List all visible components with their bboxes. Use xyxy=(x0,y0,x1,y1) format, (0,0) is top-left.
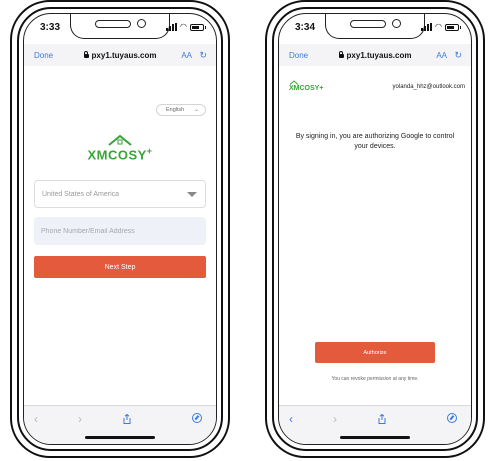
phone-bezel-left: 3:33 ◠ Done pxy1.tuyaus.com AA ↻ English… xyxy=(17,7,223,451)
back-icon[interactable]: ‹ xyxy=(34,412,38,426)
compass-icon[interactable] xyxy=(192,413,202,423)
dropdown-triangle-icon xyxy=(187,192,197,197)
revoke-permission-note: You can revoke permission at any time. xyxy=(331,376,419,382)
wifi-icon: ◠ xyxy=(435,22,442,31)
text-size-button[interactable]: AA xyxy=(436,51,447,60)
url-text: pxy1.tuyaus.com xyxy=(346,50,412,60)
compass-icon[interactable] xyxy=(447,413,457,423)
notch xyxy=(70,14,170,39)
speaker xyxy=(350,20,386,28)
country-select[interactable]: United States of America xyxy=(34,180,206,208)
status-time: 3:33 xyxy=(40,22,61,33)
home-indicator[interactable] xyxy=(85,436,155,439)
language-select[interactable]: English ⌄ xyxy=(156,104,206,116)
battery-icon xyxy=(445,23,461,31)
logo-text: XMCOSY+ xyxy=(87,145,153,162)
share-icon[interactable] xyxy=(122,414,132,424)
lock-icon xyxy=(338,50,344,58)
authorization-message: By signing in, you are authorizing Googl… xyxy=(295,133,455,150)
status-icons: ◠ xyxy=(421,22,461,32)
screen-right: 3:34 ◠ Done pxy1.tuyaus.com AA ↻ XMCOSY+… xyxy=(278,13,472,445)
reload-icon[interactable]: ↻ xyxy=(454,50,462,61)
back-icon[interactable]: ‹ xyxy=(289,412,293,426)
login-page: English ⌄ XMCOSY+ United States of Ameri… xyxy=(24,66,216,406)
browser-toolbar: ‹ › xyxy=(279,405,471,444)
chevron-down-icon: ⌄ xyxy=(193,107,199,113)
phone-bezel-right: 3:34 ◠ Done pxy1.tuyaus.com AA ↻ XMCOSY+… xyxy=(272,7,478,451)
signal-icon xyxy=(421,23,433,31)
browser-toolbar: ‹ › xyxy=(24,405,216,444)
house-logo-icon xyxy=(108,134,132,146)
account-email: yolanda_hhz@outlook.com xyxy=(392,84,465,90)
status-time: 3:34 xyxy=(295,22,316,33)
battery-icon xyxy=(190,23,206,31)
camera xyxy=(392,19,401,28)
notch xyxy=(325,14,425,39)
signal-icon xyxy=(166,23,178,31)
browser-address-bar: Done pxy1.tuyaus.com AA ↻ xyxy=(24,44,216,67)
browser-address-bar: Done pxy1.tuyaus.com AA ↻ xyxy=(279,44,471,67)
wifi-icon: ◠ xyxy=(180,22,187,31)
logo-text: XMCOSY+ xyxy=(289,85,324,92)
authorize-button[interactable]: Authorize xyxy=(315,342,435,363)
country-value: United States of America xyxy=(42,190,120,198)
home-indicator[interactable] xyxy=(340,436,410,439)
text-size-button[interactable]: AA xyxy=(181,51,192,60)
lock-icon xyxy=(83,50,89,58)
camera xyxy=(137,19,146,28)
language-value: English xyxy=(166,107,185,113)
brand-logo: XMCOSY+ xyxy=(24,134,216,164)
phone-frame-left: 3:33 ◠ Done pxy1.tuyaus.com AA ↻ English… xyxy=(10,0,230,458)
brand-logo-small: XMCOSY+ xyxy=(289,80,323,92)
account-input[interactable] xyxy=(34,217,206,245)
speaker xyxy=(95,20,131,28)
share-icon[interactable] xyxy=(377,414,387,424)
authorize-page: XMCOSY+ yolanda_hhz@outlook.com By signi… xyxy=(279,66,471,406)
url-text: pxy1.tuyaus.com xyxy=(91,50,157,60)
forward-icon[interactable]: › xyxy=(333,412,337,426)
status-icons: ◠ xyxy=(166,22,206,32)
forward-icon[interactable]: › xyxy=(78,412,82,426)
screen-left: 3:33 ◠ Done pxy1.tuyaus.com AA ↻ English… xyxy=(23,13,217,445)
reload-icon[interactable]: ↻ xyxy=(199,50,207,61)
next-step-button[interactable]: Next Step xyxy=(34,256,206,278)
phone-frame-right: 3:34 ◠ Done pxy1.tuyaus.com AA ↻ XMCOSY+… xyxy=(265,0,485,458)
